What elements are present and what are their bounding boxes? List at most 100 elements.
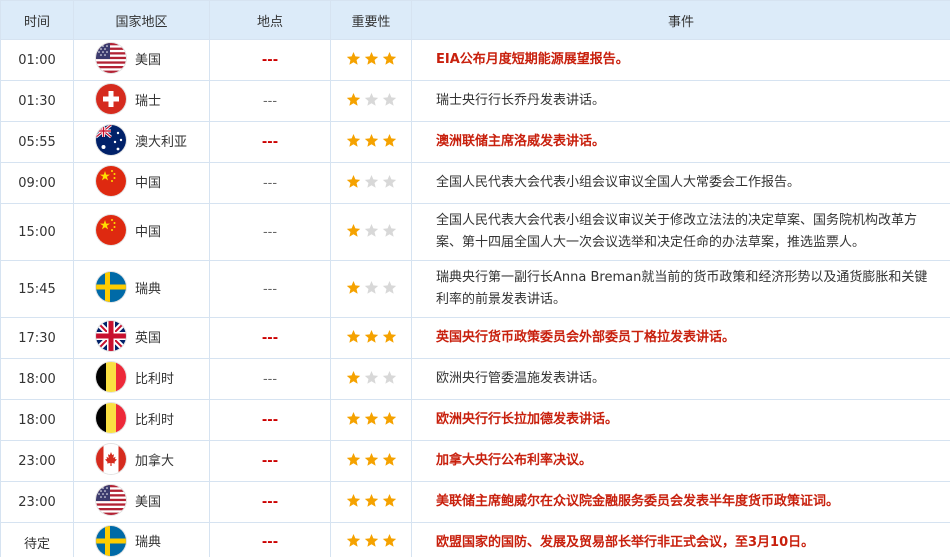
importance-cell: [330, 481, 412, 523]
table-row[interactable]: 17:30 英国 --- 英国央行货币政策委员会外部委员丁格拉发表讲话。: [0, 317, 950, 359]
location-cell: ---: [209, 481, 331, 523]
time-cell: 01:30: [0, 80, 74, 122]
star-filled-icon: [382, 493, 397, 508]
star-filled-icon: [364, 411, 379, 426]
country-name: 瑞典: [135, 535, 162, 550]
country-cell: 比利时: [73, 399, 210, 441]
star-empty-icon: [382, 370, 397, 385]
country-name: 澳大利亚: [135, 134, 188, 150]
star-filled-icon: [346, 329, 361, 344]
event-cell[interactable]: 瑞典央行第一副行长Anna Breman就当前的货币政策和经济形势以及通货膨胀和…: [411, 260, 950, 318]
country-cell: 澳大利亚: [73, 121, 210, 163]
importance-cell: [330, 39, 412, 81]
importance-cell: [330, 80, 412, 122]
country-cell: 加拿大: [73, 440, 210, 482]
importance-cell: [330, 358, 412, 400]
event-cell[interactable]: 欧洲央行管委温施发表讲话。: [411, 358, 950, 400]
country-name: 比利时: [135, 412, 175, 428]
header-country: 国家地区: [73, 0, 210, 40]
table-row[interactable]: 18:00 比利时 --- 欧洲央行行长拉加德发表讲话。: [0, 399, 950, 441]
location-cell: ---: [209, 260, 331, 318]
sweden-flag-icon: [96, 272, 126, 302]
time-cell: 01:00: [0, 39, 74, 81]
star-filled-icon: [382, 533, 397, 548]
importance-stars: [346, 92, 397, 107]
event-cell[interactable]: 美联储主席鲍威尔在众议院金融服务委员会发表半年度货币政策证词。: [411, 481, 950, 523]
importance-cell: [330, 399, 412, 441]
importance-stars: [346, 223, 397, 238]
economic-calendar-table: 时间 国家地区 地点 重要性 事件 01:00 美国 --- EIA公布月度短期能源展…: [0, 0, 950, 557]
table-row[interactable]: 23:00 美国 --- 美联储主席鲍威尔在众议院金融服务委员会发表半年度货币政策证词…: [0, 481, 950, 523]
importance-cell: [330, 317, 412, 359]
time-cell: 23:00: [0, 440, 74, 482]
star-empty-icon: [382, 174, 397, 189]
star-empty-icon: [382, 92, 397, 107]
star-filled-icon: [346, 370, 361, 385]
importance-stars: [346, 411, 397, 426]
event-cell[interactable]: 加拿大央行公布利率决议。: [411, 440, 950, 482]
table-row[interactable]: 18:00 比利时 --- 欧洲央行管委温施发表讲话。: [0, 358, 950, 400]
uk-flag-icon: [96, 321, 126, 351]
table-row[interactable]: 01:30 瑞士 --- 瑞士央行行长乔丹发表讲话。: [0, 80, 950, 122]
star-filled-icon: [364, 452, 379, 467]
star-filled-icon: [382, 411, 397, 426]
star-empty-icon: [382, 223, 397, 238]
header-time: 时间: [0, 0, 74, 40]
star-empty-icon: [382, 280, 397, 295]
star-empty-icon: [364, 280, 379, 295]
event-cell[interactable]: 欧洲央行行长拉加德发表讲话。: [411, 399, 950, 441]
table-row[interactable]: 15:45 瑞典 --- 瑞典央行第一副行长Anna Breman就当前的货币政策和经…: [0, 260, 950, 318]
star-filled-icon: [364, 493, 379, 508]
country-cell: 瑞士: [73, 80, 210, 122]
star-filled-icon: [364, 51, 379, 66]
belgium-flag-icon: [96, 403, 126, 433]
importance-stars: [346, 51, 397, 66]
country-name: 美国: [135, 494, 162, 510]
country-cell: 中国: [73, 162, 210, 204]
switzerland-flag-icon: [96, 84, 126, 114]
location-cell: ---: [209, 162, 331, 204]
location-cell: ---: [209, 358, 331, 400]
header-event: 事件: [411, 0, 950, 40]
location-cell: ---: [209, 203, 331, 261]
country-name: 加拿大: [135, 453, 175, 469]
location-cell: ---: [209, 440, 331, 482]
table-row[interactable]: 05:55 澳大利亚 --- 澳洲联储主席洛威发表讲话。: [0, 121, 950, 163]
importance-stars: [346, 493, 397, 508]
us-flag-icon: [96, 43, 126, 73]
table-row[interactable]: 23:00 加拿大 --- 加拿大央行公布利率决议。: [0, 440, 950, 482]
event-cell[interactable]: 瑞士央行行长乔丹发表讲话。: [411, 80, 950, 122]
event-cell[interactable]: 欧盟国家的国防、发展及贸易部长举行非正式会议，至3月10日。: [411, 522, 950, 557]
star-filled-icon: [346, 223, 361, 238]
table-row[interactable]: 15:00 中国 --- 全国人民代表大会代表小组会议审议关于修改立法法的决定草案、国…: [0, 203, 950, 261]
table-row[interactable]: 01:00 美国 --- EIA公布月度短期能源展望报告。: [0, 39, 950, 81]
star-empty-icon: [364, 92, 379, 107]
time-cell: 18:00: [0, 399, 74, 441]
event-cell[interactable]: 澳洲联储主席洛威发表讲话。: [411, 121, 950, 163]
country-name: 瑞士: [135, 93, 162, 109]
table-row[interactable]: 待定 瑞典 --- 欧盟国家的国防、发展及贸易部长举行非正式会议，至3月10日。: [0, 522, 950, 557]
time-cell: 09:00: [0, 162, 74, 204]
importance-cell: [330, 440, 412, 482]
table-header: 时间 国家地区 地点 重要性 事件: [0, 0, 950, 40]
country-name: 比利时: [135, 371, 175, 387]
importance-stars: [346, 452, 397, 467]
country-name: 瑞典: [135, 281, 162, 297]
star-filled-icon: [382, 452, 397, 467]
event-cell[interactable]: 全国人民代表大会代表小组会议审议全国人大常委会工作报告。: [411, 162, 950, 204]
country-name: 中国: [135, 175, 162, 191]
header-importance: 重要性: [330, 0, 412, 40]
event-cell[interactable]: 全国人民代表大会代表小组会议审议关于修改立法法的决定草案、国务院机构改革方案、第…: [411, 203, 950, 261]
event-cell[interactable]: EIA公布月度短期能源展望报告。: [411, 39, 950, 81]
location-cell: ---: [209, 39, 331, 81]
event-cell[interactable]: 英国央行货币政策委员会外部委员丁格拉发表讲话。: [411, 317, 950, 359]
star-filled-icon: [382, 329, 397, 344]
table-row[interactable]: 09:00 中国 --- 全国人民代表大会代表小组会议审议全国人大常委会工作报告。: [0, 162, 950, 204]
star-filled-icon: [346, 533, 361, 548]
importance-stars: [346, 370, 397, 385]
star-filled-icon: [346, 452, 361, 467]
star-filled-icon: [346, 411, 361, 426]
country-cell: 比利时: [73, 358, 210, 400]
importance-cell: [330, 162, 412, 204]
country-cell: 中国: [73, 203, 210, 261]
